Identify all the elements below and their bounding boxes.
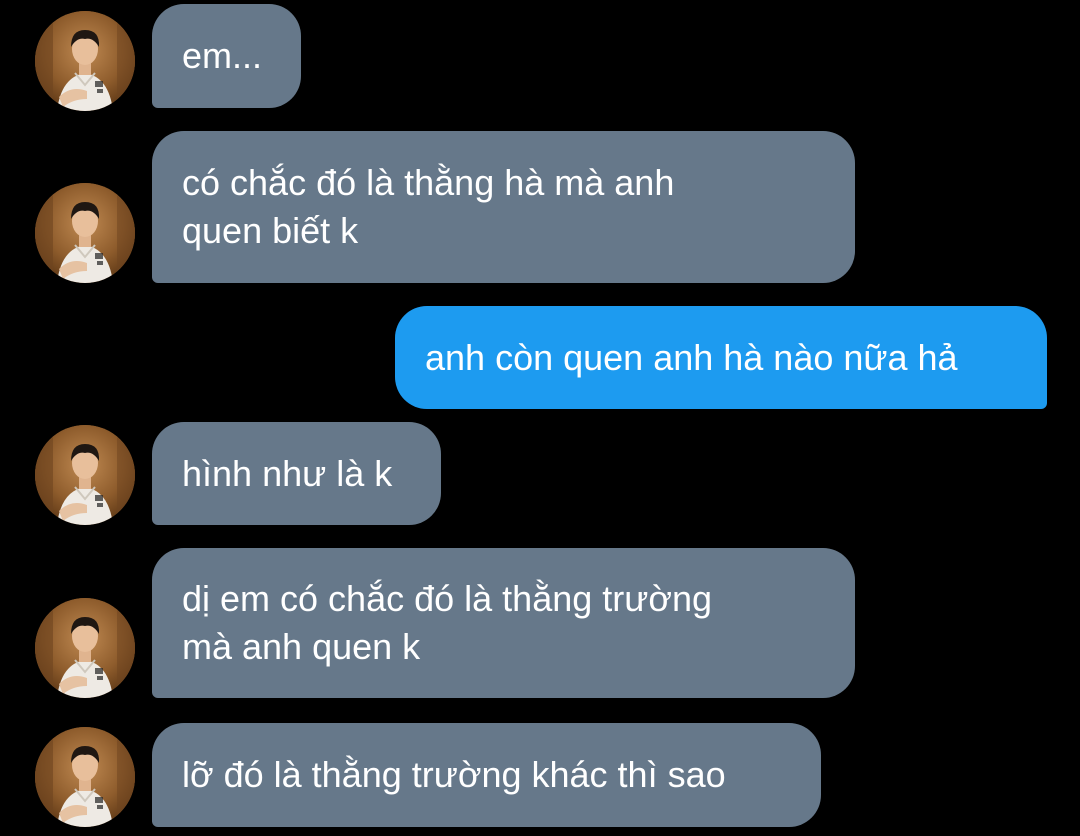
message-bubble-incoming[interactable]: dị em có chắc đó là thằng trường mà anh … — [152, 548, 855, 698]
message-text: dị em có chắc đó là thằng trường mà anh … — [182, 578, 712, 667]
contact-avatar[interactable] — [35, 183, 135, 283]
message-text: có chắc đó là thằng hà mà anh quen biết … — [182, 162, 675, 251]
profile-photo-icon — [35, 425, 135, 525]
contact-avatar[interactable] — [35, 727, 135, 827]
message-text: anh còn quen anh hà nào nữa hả — [425, 336, 958, 378]
profile-photo-icon — [35, 598, 135, 698]
message-bubble-outgoing[interactable]: anh còn quen anh hà nào nữa hả — [395, 306, 1047, 409]
message-text: lỡ đó là thằng trường khác thì sao — [182, 754, 726, 795]
contact-avatar[interactable] — [35, 11, 135, 111]
message-bubble-incoming[interactable]: hình như là k — [152, 422, 441, 525]
contact-avatar[interactable] — [35, 598, 135, 698]
message-bubble-incoming[interactable]: có chắc đó là thằng hà mà anh quen biết … — [152, 131, 855, 283]
profile-photo-icon — [35, 727, 135, 827]
contact-avatar[interactable] — [35, 425, 135, 525]
profile-photo-icon — [35, 11, 135, 111]
profile-photo-icon — [35, 183, 135, 283]
message-bubble-incoming[interactable]: em... — [152, 4, 301, 108]
message-text: em... — [182, 35, 263, 76]
message-text: hình như là k — [182, 452, 393, 494]
message-bubble-incoming[interactable]: lỡ đó là thằng trường khác thì sao — [152, 723, 821, 827]
